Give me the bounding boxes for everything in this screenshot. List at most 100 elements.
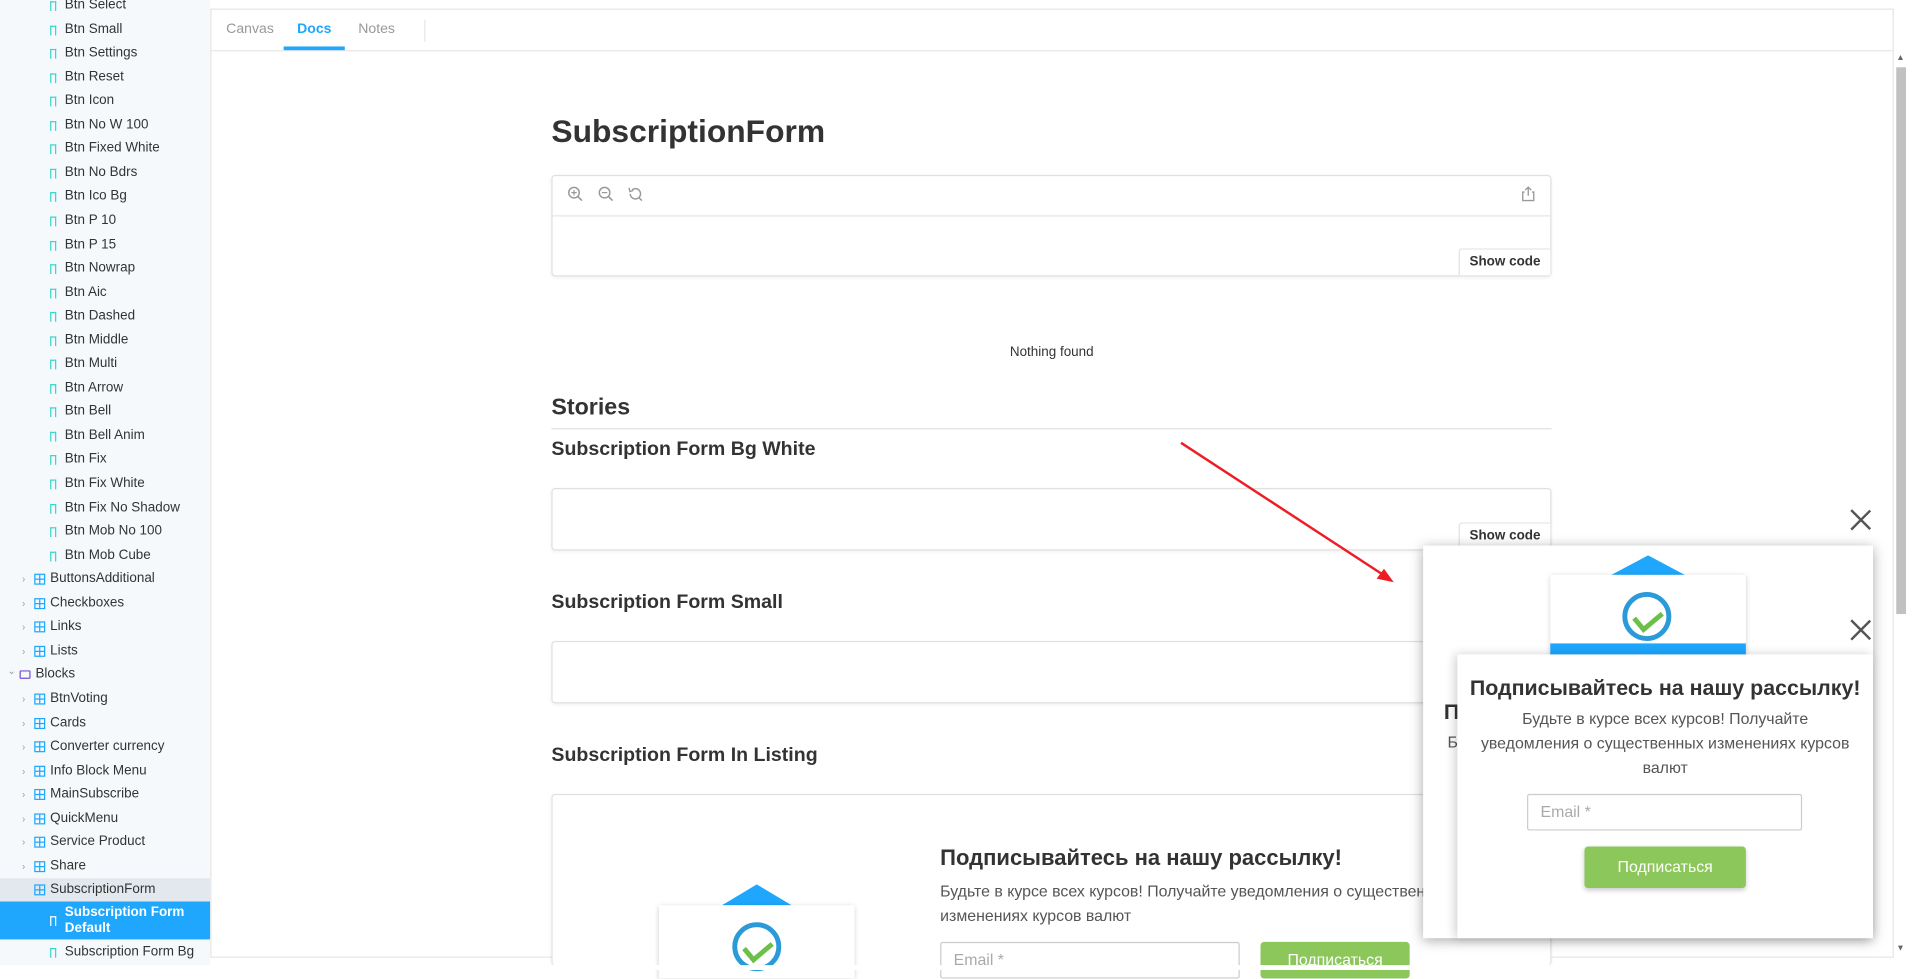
zoom-in-icon[interactable] [567, 186, 583, 206]
sidebar-component-item[interactable]: › QuickMenu [0, 807, 210, 831]
reset-zoom-icon[interactable] [627, 186, 643, 206]
sidebar-story-item[interactable]: Btn Reset [0, 66, 210, 90]
sidebar-story-item[interactable]: Btn Select [0, 0, 210, 18]
sidebar-item-label: Cards [50, 714, 87, 730]
sidebar-story-item[interactable]: Btn P 15 [0, 233, 210, 257]
component-icon [34, 836, 46, 848]
sidebar-story-item[interactable]: Btn Fix No Shadow [0, 496, 210, 520]
sidebar-story-active[interactable]: Subscription Form Default [0, 901, 211, 940]
sidebar-story-item[interactable]: Btn Fix White [0, 472, 210, 496]
sidebar-component-item[interactable]: › Links [0, 616, 210, 640]
bookmark-icon [50, 431, 57, 442]
chevron-right-icon: › [22, 645, 26, 657]
sidebar-component-item[interactable]: › Info Block Menu [0, 759, 210, 783]
component-icon [34, 717, 46, 729]
sidebar-item-label: Btn No W 100 [64, 117, 149, 132]
sidebar-item-label: Checkboxes [50, 595, 125, 611]
tab-docs[interactable]: Docs [283, 10, 345, 51]
component-icon [34, 789, 46, 801]
sidebar-story-item[interactable]: Btn No Bdrs [0, 161, 210, 185]
sidebar-story-item[interactable]: Btn Bell [0, 400, 210, 424]
sidebar-story-item[interactable]: Btn Mob Cube [0, 544, 210, 568]
sidebar-item-label: QuickMenu [50, 810, 119, 826]
sidebar-item-label: ButtonsAdditional [50, 571, 155, 587]
sidebar-item-label: Btn Dashed [64, 308, 136, 324]
scrollbar-thumb[interactable] [1896, 67, 1907, 615]
sidebar-story-item[interactable]: Btn Multi [0, 353, 210, 377]
folder-icon [19, 670, 31, 680]
sidebar-group-blocks[interactable]: ⌄ Blocks [0, 663, 210, 687]
sidebar-story-item[interactable]: Btn No W 100 [0, 113, 210, 137]
sidebar-item-label: Btn No Bdrs [64, 164, 138, 180]
sidebar-story-item[interactable]: Btn P 10 [0, 209, 210, 233]
chevron-right-icon: › [22, 813, 26, 825]
sidebar-item-label: Subscription Form Default [64, 905, 185, 936]
sidebar-story-item[interactable]: Btn Fixed White [0, 137, 210, 161]
sidebar-story-item[interactable]: Btn Bell Anim [0, 424, 210, 448]
sidebar-story-item[interactable]: Btn Mob No 100 [0, 520, 210, 544]
sidebar-component-item[interactable]: › Share [0, 855, 210, 879]
tab-notes[interactable]: Notes [345, 10, 409, 50]
zoom-out-icon[interactable] [598, 186, 614, 206]
share-icon[interactable] [1521, 186, 1536, 206]
listing-email-input[interactable]: Email * [940, 941, 1240, 979]
bookmark-icon [50, 551, 57, 562]
tab-canvas[interactable]: Canvas [213, 10, 288, 50]
sidebar-item-label: Btn Arrow [64, 380, 124, 395]
sidebar-item-label: Converter currency [50, 738, 165, 754]
sidebar-component-item[interactable]: › BtnVoting [0, 687, 210, 711]
sidebar-item-label: Btn Bell Anim [64, 427, 145, 443]
chevron-right-icon: › [22, 693, 26, 705]
sidebar-component-item[interactable]: › Converter currency [0, 735, 210, 759]
component-icon [34, 813, 46, 825]
sidebar-story-item[interactable]: Btn Middle [0, 329, 210, 353]
chevron-right-icon: › [22, 621, 26, 633]
component-icon [34, 860, 46, 872]
logo-icon [732, 922, 782, 972]
envelope-icon [1611, 555, 1685, 575]
sidebar-item-label: Btn Small [64, 21, 123, 37]
sidebar-story-item[interactable]: Btn Settings [0, 42, 210, 66]
sidebar-story-item[interactable]: Btn Fix [0, 448, 210, 472]
sidebar-component-item[interactable]: SubscriptionForm [0, 878, 211, 903]
sidebar-component-item[interactable]: › ButtonsAdditional [0, 568, 210, 592]
sidebar-component-item[interactable]: › Service Product [0, 831, 210, 855]
sidebar-item-label: Btn Mob No 100 [64, 523, 162, 539]
scroll-up-icon[interactable]: ▲ [1896, 54, 1904, 63]
scroll-down-icon[interactable]: ▼ [1896, 944, 1904, 953]
chevron-right-icon: › [22, 717, 26, 729]
popup-title: Подписывайтесь на нашу рассылку! [1469, 675, 1861, 700]
component-icon [34, 573, 46, 585]
listing-subscribe-button[interactable]: Подписаться [1260, 941, 1410, 979]
show-code-button[interactable]: Show code [1458, 248, 1551, 276]
component-icon [34, 693, 46, 705]
sidebar-story-item[interactable]: Btn Ico Bg [0, 185, 210, 209]
sidebar-story-item[interactable]: Btn Arrow [0, 376, 210, 400]
close-icon[interactable] [1850, 509, 1872, 531]
sidebar-item-label: Btn Select [64, 0, 127, 13]
close-icon[interactable] [1850, 619, 1872, 641]
sidebar-component-item[interactable]: › Lists [0, 640, 210, 664]
page-title: SubscriptionForm [551, 112, 826, 150]
sidebar-item-label: Btn Fix No Shadow [64, 499, 180, 515]
sidebar-story-item[interactable]: Subscription Form Bg [0, 941, 210, 965]
sidebar-story-item[interactable]: Btn Aic [0, 281, 210, 305]
sidebar-item-label: Btn Fixed White [64, 141, 160, 156]
bookmark-icon [50, 168, 57, 179]
chevron-right-icon: ⌄ [7, 665, 16, 677]
sidebar-item-label: Btn P 10 [64, 212, 117, 228]
bookmark-icon [50, 383, 57, 394]
sidebar-story-item[interactable]: Btn Icon [0, 90, 210, 114]
sidebar-story-item[interactable]: Btn Small [0, 18, 210, 42]
sidebar-component-item[interactable]: › MainSubscribe [0, 783, 210, 807]
sidebar-story-item[interactable]: Btn Nowrap [0, 257, 210, 281]
sidebar-story-item[interactable]: Btn Dashed [0, 305, 210, 329]
preview-toolbar [552, 176, 1551, 217]
component-icon [34, 645, 46, 657]
sidebar-component-item[interactable]: › Checkboxes [0, 592, 210, 616]
envelope-card [1550, 574, 1746, 656]
sidebar-component-item[interactable]: › Cards [0, 711, 210, 735]
popup-email-input[interactable]: Email * [1527, 793, 1803, 831]
popup-subscribe-button[interactable]: Подписаться [1584, 846, 1746, 889]
popup-description: Будьте в курсе всех курсов! Получайте ув… [1480, 709, 1850, 777]
